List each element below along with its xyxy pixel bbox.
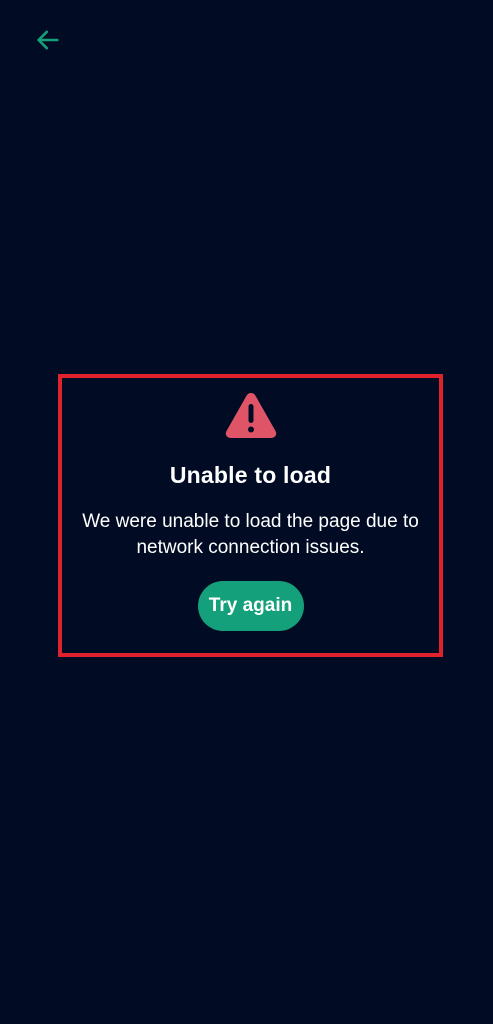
error-message: We were unable to load the page due to n… (82, 511, 419, 558)
back-button[interactable] (30, 24, 66, 56)
error-title: Unable to load (169, 462, 332, 488)
error-panel-highlight: Unable to load We were unable to load th… (58, 374, 443, 657)
try-again-button[interactable]: Try again (197, 581, 304, 631)
arrow-left-icon (37, 30, 59, 50)
warning-triangle-icon (224, 390, 278, 440)
error-content: Unable to load We were unable to load th… (62, 378, 439, 653)
screen: Unable to load We were unable to load th… (0, 0, 493, 1024)
